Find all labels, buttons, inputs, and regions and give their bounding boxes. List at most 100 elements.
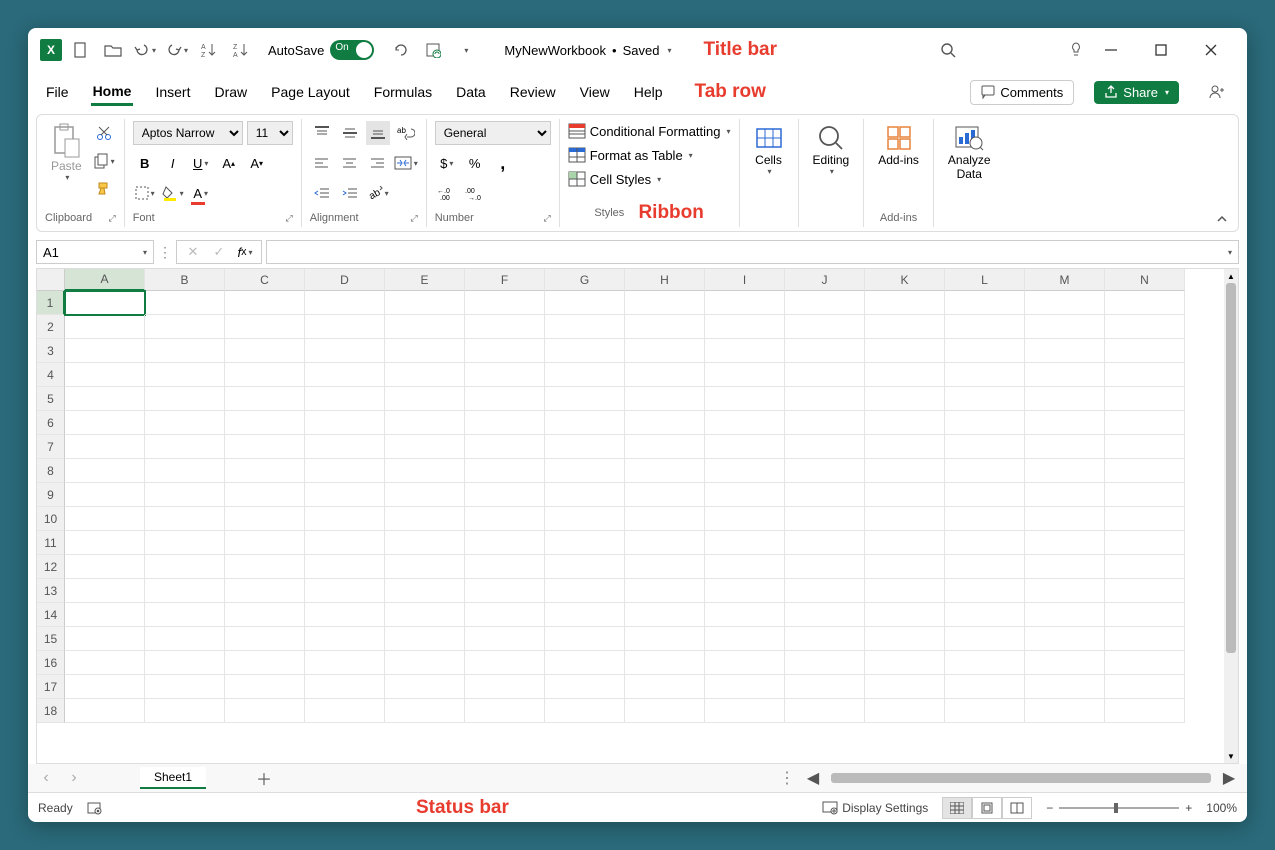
row-header-9[interactable]: 9 — [37, 483, 65, 507]
italic-button[interactable]: I — [161, 151, 185, 175]
cell-I5[interactable] — [705, 387, 785, 411]
cell-C11[interactable] — [225, 531, 305, 555]
comma-icon[interactable]: , — [491, 151, 515, 175]
cell-C6[interactable] — [225, 411, 305, 435]
view-page-layout-icon[interactable] — [972, 797, 1002, 819]
cell-D12[interactable] — [305, 555, 385, 579]
cell-H1[interactable] — [625, 291, 705, 315]
vertical-scrollbar[interactable]: ▲ ▼ — [1224, 269, 1238, 763]
cell-A16[interactable] — [65, 651, 145, 675]
wrap-text-icon[interactable]: ab — [394, 121, 418, 145]
decrease-indent-icon[interactable] — [310, 181, 334, 205]
percent-icon[interactable]: % — [463, 151, 487, 175]
new-file-icon[interactable] — [68, 37, 94, 63]
cell-B11[interactable] — [145, 531, 225, 555]
cell-I10[interactable] — [705, 507, 785, 531]
cell-C8[interactable] — [225, 459, 305, 483]
cell-E11[interactable] — [385, 531, 465, 555]
cell-D5[interactable] — [305, 387, 385, 411]
column-header-K[interactable]: K — [865, 269, 945, 291]
cell-A18[interactable] — [65, 699, 145, 723]
cell-L7[interactable] — [945, 435, 1025, 459]
cell-F4[interactable] — [465, 363, 545, 387]
cell-B10[interactable] — [145, 507, 225, 531]
cell-L9[interactable] — [945, 483, 1025, 507]
cell-C15[interactable] — [225, 627, 305, 651]
row-header-8[interactable]: 8 — [37, 459, 65, 483]
cell-M14[interactable] — [1025, 603, 1105, 627]
cell-G13[interactable] — [545, 579, 625, 603]
cell-K12[interactable] — [865, 555, 945, 579]
column-header-E[interactable]: E — [385, 269, 465, 291]
customize-qat-icon[interactable]: ▾ — [452, 37, 478, 63]
column-header-C[interactable]: C — [225, 269, 305, 291]
cell-L14[interactable] — [945, 603, 1025, 627]
cell-M9[interactable] — [1025, 483, 1105, 507]
sheet-more-icon[interactable]: ⋮ — [779, 768, 795, 788]
cut-icon[interactable] — [92, 121, 116, 145]
cell-H10[interactable] — [625, 507, 705, 531]
cell-E2[interactable] — [385, 315, 465, 339]
cell-L8[interactable] — [945, 459, 1025, 483]
row-header-17[interactable]: 17 — [37, 675, 65, 699]
cell-L1[interactable] — [945, 291, 1025, 315]
cell-D4[interactable] — [305, 363, 385, 387]
cell-E10[interactable] — [385, 507, 465, 531]
cell-L17[interactable] — [945, 675, 1025, 699]
cell-B6[interactable] — [145, 411, 225, 435]
cell-E12[interactable] — [385, 555, 465, 579]
align-center-icon[interactable] — [338, 151, 362, 175]
cell-I17[interactable] — [705, 675, 785, 699]
cell-N2[interactable] — [1105, 315, 1185, 339]
cell-E4[interactable] — [385, 363, 465, 387]
cell-G18[interactable] — [545, 699, 625, 723]
cell-D3[interactable] — [305, 339, 385, 363]
cell-A10[interactable] — [65, 507, 145, 531]
cell-N13[interactable] — [1105, 579, 1185, 603]
cell-N1[interactable] — [1105, 291, 1185, 315]
cell-M12[interactable] — [1025, 555, 1105, 579]
cell-B2[interactable] — [145, 315, 225, 339]
cell-B1[interactable] — [145, 291, 225, 315]
cell-G1[interactable] — [545, 291, 625, 315]
cell-A14[interactable] — [65, 603, 145, 627]
cell-H17[interactable] — [625, 675, 705, 699]
cell-C14[interactable] — [225, 603, 305, 627]
cell-E18[interactable] — [385, 699, 465, 723]
cell-A2[interactable] — [65, 315, 145, 339]
cell-A8[interactable] — [65, 459, 145, 483]
minimize-button[interactable] — [1095, 34, 1127, 66]
tab-file[interactable]: File — [44, 80, 71, 104]
cell-G6[interactable] — [545, 411, 625, 435]
cell-N8[interactable] — [1105, 459, 1185, 483]
cell-J1[interactable] — [785, 291, 865, 315]
cell-M3[interactable] — [1025, 339, 1105, 363]
cell-M17[interactable] — [1025, 675, 1105, 699]
cell-E3[interactable] — [385, 339, 465, 363]
cell-K16[interactable] — [865, 651, 945, 675]
cell-M1[interactable] — [1025, 291, 1105, 315]
cell-C13[interactable] — [225, 579, 305, 603]
row-header-13[interactable]: 13 — [37, 579, 65, 603]
cell-E1[interactable] — [385, 291, 465, 315]
cell-I8[interactable] — [705, 459, 785, 483]
cell-A9[interactable] — [65, 483, 145, 507]
cell-L16[interactable] — [945, 651, 1025, 675]
decrease-font-icon[interactable]: A▾ — [245, 151, 269, 175]
insert-function-icon[interactable]: fx▾ — [233, 240, 257, 264]
ribbon-collapse-icon[interactable] — [1216, 213, 1228, 225]
cell-M15[interactable] — [1025, 627, 1105, 651]
cell-L15[interactable] — [945, 627, 1025, 651]
chevron-down-icon[interactable]: ▾ — [667, 46, 671, 55]
cell-I16[interactable] — [705, 651, 785, 675]
cell-D8[interactable] — [305, 459, 385, 483]
cell-M4[interactable] — [1025, 363, 1105, 387]
cell-B8[interactable] — [145, 459, 225, 483]
cell-styles-button[interactable]: Cell Styles▾ — [568, 171, 661, 187]
cell-B13[interactable] — [145, 579, 225, 603]
fill-color-icon[interactable]: ▾ — [161, 181, 185, 205]
cell-K17[interactable] — [865, 675, 945, 699]
cell-H14[interactable] — [625, 603, 705, 627]
display-settings-button[interactable]: Display Settings — [822, 801, 928, 815]
orientation-icon[interactable]: ab▾ — [366, 181, 390, 205]
